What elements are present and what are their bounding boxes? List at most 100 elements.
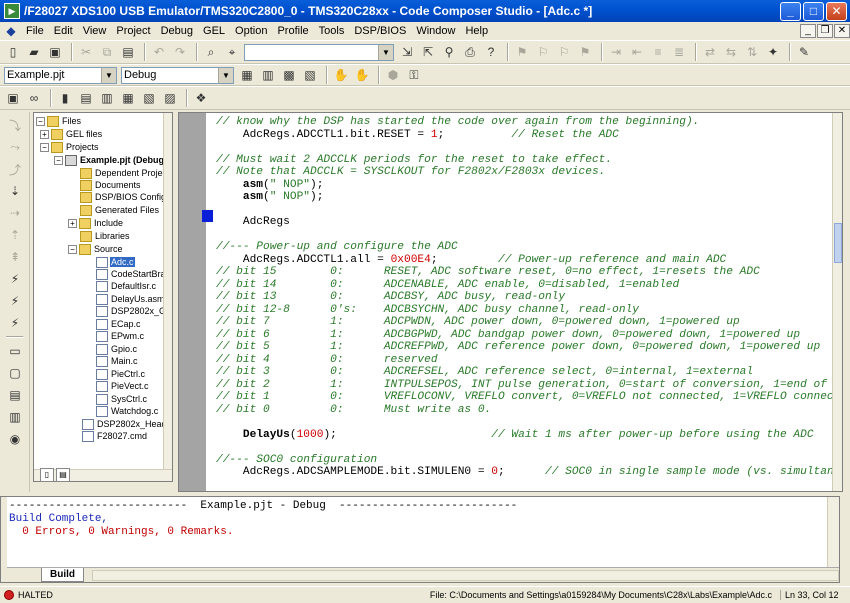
code-line[interactable]: AdcRegs.ADCCTL1.bit.RESET = 1; // Reset … [216,129,619,142]
outdent-icon[interactable]: ⇤ [628,43,646,61]
menu-tools[interactable]: Tools [314,22,350,40]
code-line[interactable]: // bit 6 1: ADCBGPWD, ADC bandgap power … [216,329,800,342]
tree-file[interactable]: DelayUs.asm [96,293,165,305]
paste-icon[interactable]: ▤ [119,43,137,61]
code-line[interactable]: // Must wait 2 ADCCLK periods for the re… [216,154,612,167]
mdi-restore-button[interactable]: ❐ [817,24,833,38]
menu-view[interactable]: View [78,22,112,40]
search-next-icon[interactable]: ⇲ [398,43,416,61]
save-icon[interactable]: ▣ [46,43,64,61]
tree-file[interactable]: PieCtrl.c [96,368,146,380]
tree-file-cmd[interactable]: F28027.cmd [82,430,148,442]
chevron-down-icon[interactable]: ▼ [101,67,116,83]
stop-record-icon[interactable]: ◉ [6,430,24,448]
tree-file[interactable]: DSP2802x_GlobalVariableDefs.c [96,305,165,317]
tree-file[interactable]: EPwm.c [96,330,145,342]
rebuild-all-icon[interactable]: ▩ [280,66,298,84]
print-icon[interactable]: ⎙ [461,43,479,61]
menu-help[interactable]: Help [460,22,493,40]
source-icon[interactable]: ⇆ [722,43,740,61]
uncomment-icon[interactable]: ≣ [670,43,688,61]
cut-icon[interactable]: ✂ [77,43,95,61]
pin-icon[interactable]: ✎ [795,43,813,61]
build-horizontal-scrollbar[interactable] [92,569,839,581]
halt-icon[interactable]: ⇞ [6,248,24,266]
code-line[interactable]: // know why the DSP has started the code… [216,116,699,129]
menu-profile[interactable]: Profile [272,22,313,40]
context-help-icon[interactable]: ? [482,43,500,61]
register-icon[interactable]: ▥ [6,408,24,426]
code-line[interactable]: asm(" NOP"); [216,191,324,204]
menu-edit[interactable]: Edit [49,22,78,40]
tree-file[interactable]: CodeStartBranch.asm [96,268,165,280]
code-line[interactable]: AdcRegs [216,216,290,229]
copy-icon[interactable]: ⧉ [98,43,116,61]
code-line[interactable]: // bit 7 1: ADCPWDN, ADC power down, 0=p… [216,316,740,329]
code-line[interactable]: //--- Power-up and configure the ADC [216,241,458,254]
redo-icon[interactable]: ↷ [171,43,189,61]
tree-project-example[interactable]: − Example.pjt (Debug) [54,154,165,166]
tree-folder-generated[interactable]: Generated Files [80,204,160,216]
find-in-files-icon[interactable]: ⌖ [223,43,241,61]
tree-file[interactable]: ECap.c [96,318,142,330]
tree-vertical-scrollbar[interactable] [163,113,172,469]
open-folder-icon[interactable]: ▰ [25,43,43,61]
compile-file-icon[interactable]: ▦ [238,66,256,84]
tree-folder-documents[interactable]: Documents [80,179,142,191]
animate-icon[interactable]: ⚡ [6,270,24,288]
build-vertical-scrollbar[interactable] [827,497,839,567]
code-line[interactable]: asm(" NOP"); [216,179,324,192]
code-line[interactable]: AdcRegs.ADCCTL1.all = 0x00E4; // Power-u… [216,254,726,267]
graph-icon[interactable]: ▦ [119,89,137,107]
project-select[interactable]: Example.pjt ▼ [4,66,117,84]
run-icon[interactable]: ⇡ [6,226,24,244]
symbol-browser-icon[interactable]: ❖ [192,89,210,107]
undo-icon[interactable]: ↶ [150,43,168,61]
next-bookmark-icon[interactable]: ⚐ [534,43,552,61]
code-line[interactable]: //--- SOC0 configuration [216,454,377,467]
tree-folder-dspbios[interactable]: DSP/BIOS Config [80,191,165,203]
menu-option[interactable]: Option [230,22,272,40]
step-out-icon[interactable]: ⤴ [6,160,24,178]
tree-folder-source[interactable]: − Source [68,243,124,255]
debug-wizard-icon[interactable]: ✦ [764,43,782,61]
mixed-mode-icon[interactable]: ⇄ [701,43,719,61]
editor-gutter[interactable] [179,113,213,491]
tree-file[interactable]: DefaultIsr.c [96,280,157,292]
breakpoint-hand-icon[interactable]: ✋ [332,66,350,84]
editor-vertical-scrollbar[interactable] [832,113,842,491]
code-line[interactable]: // bit 15 0: RESET, ADC software reset, … [216,266,760,279]
tree-file[interactable]: Main.c [96,355,139,367]
stop-build-icon[interactable]: ▧ [301,66,319,84]
memory-window-icon[interactable]: ▮ [56,89,74,107]
source-editor[interactable]: // know why the DSP has started the code… [178,112,843,492]
close-button[interactable]: ✕ [826,1,847,21]
code-area[interactable]: // know why the DSP has started the code… [216,116,834,486]
tree-folder-include[interactable]: + Include [68,217,124,229]
minimize-button[interactable]: _ [780,1,801,21]
menu-debug[interactable]: Debug [156,22,198,40]
menu-project[interactable]: Project [111,22,155,40]
tree-file[interactable]: SysCtrl.c [96,393,148,405]
quick-watch-icon[interactable]: ▢ [6,364,24,382]
call-stack-icon[interactable]: ▨ [161,89,179,107]
run-to-cursor-icon[interactable]: ⇣ [6,182,24,200]
tree-root-files[interactable]: − Files [36,115,82,127]
running-man-icon[interactable]: ⚡ [6,292,24,310]
menu-file[interactable]: File [21,22,49,40]
remove-breakpoints-icon[interactable]: ✋ [353,66,371,84]
disasm-icon[interactable]: ⇅ [743,43,761,61]
run-free-icon[interactable]: ⚡ [6,314,24,332]
peripheral-registers-icon[interactable]: ▥ [98,89,116,107]
step-into-icon[interactable]: ⤵ [6,116,24,134]
maximize-button[interactable]: □ [803,1,824,21]
code-line[interactable]: // bit 12-8 0's: ADCBSYCHN, ADC busy cha… [216,304,639,317]
toggle-bookmark-icon[interactable]: ⚑ [513,43,531,61]
code-line[interactable]: DelayUs(1000); // Wait 1 ms after power-… [216,429,814,442]
tree-file[interactable]: Gpio.c [96,343,138,355]
document-menu-icon[interactable]: ◆ [4,24,18,38]
binoculars-icon[interactable]: ⚲ [440,43,458,61]
memory-icon[interactable]: ▤ [6,386,24,404]
search-prev-icon[interactable]: ⇱ [419,43,437,61]
indent-icon[interactable]: ⇥ [607,43,625,61]
